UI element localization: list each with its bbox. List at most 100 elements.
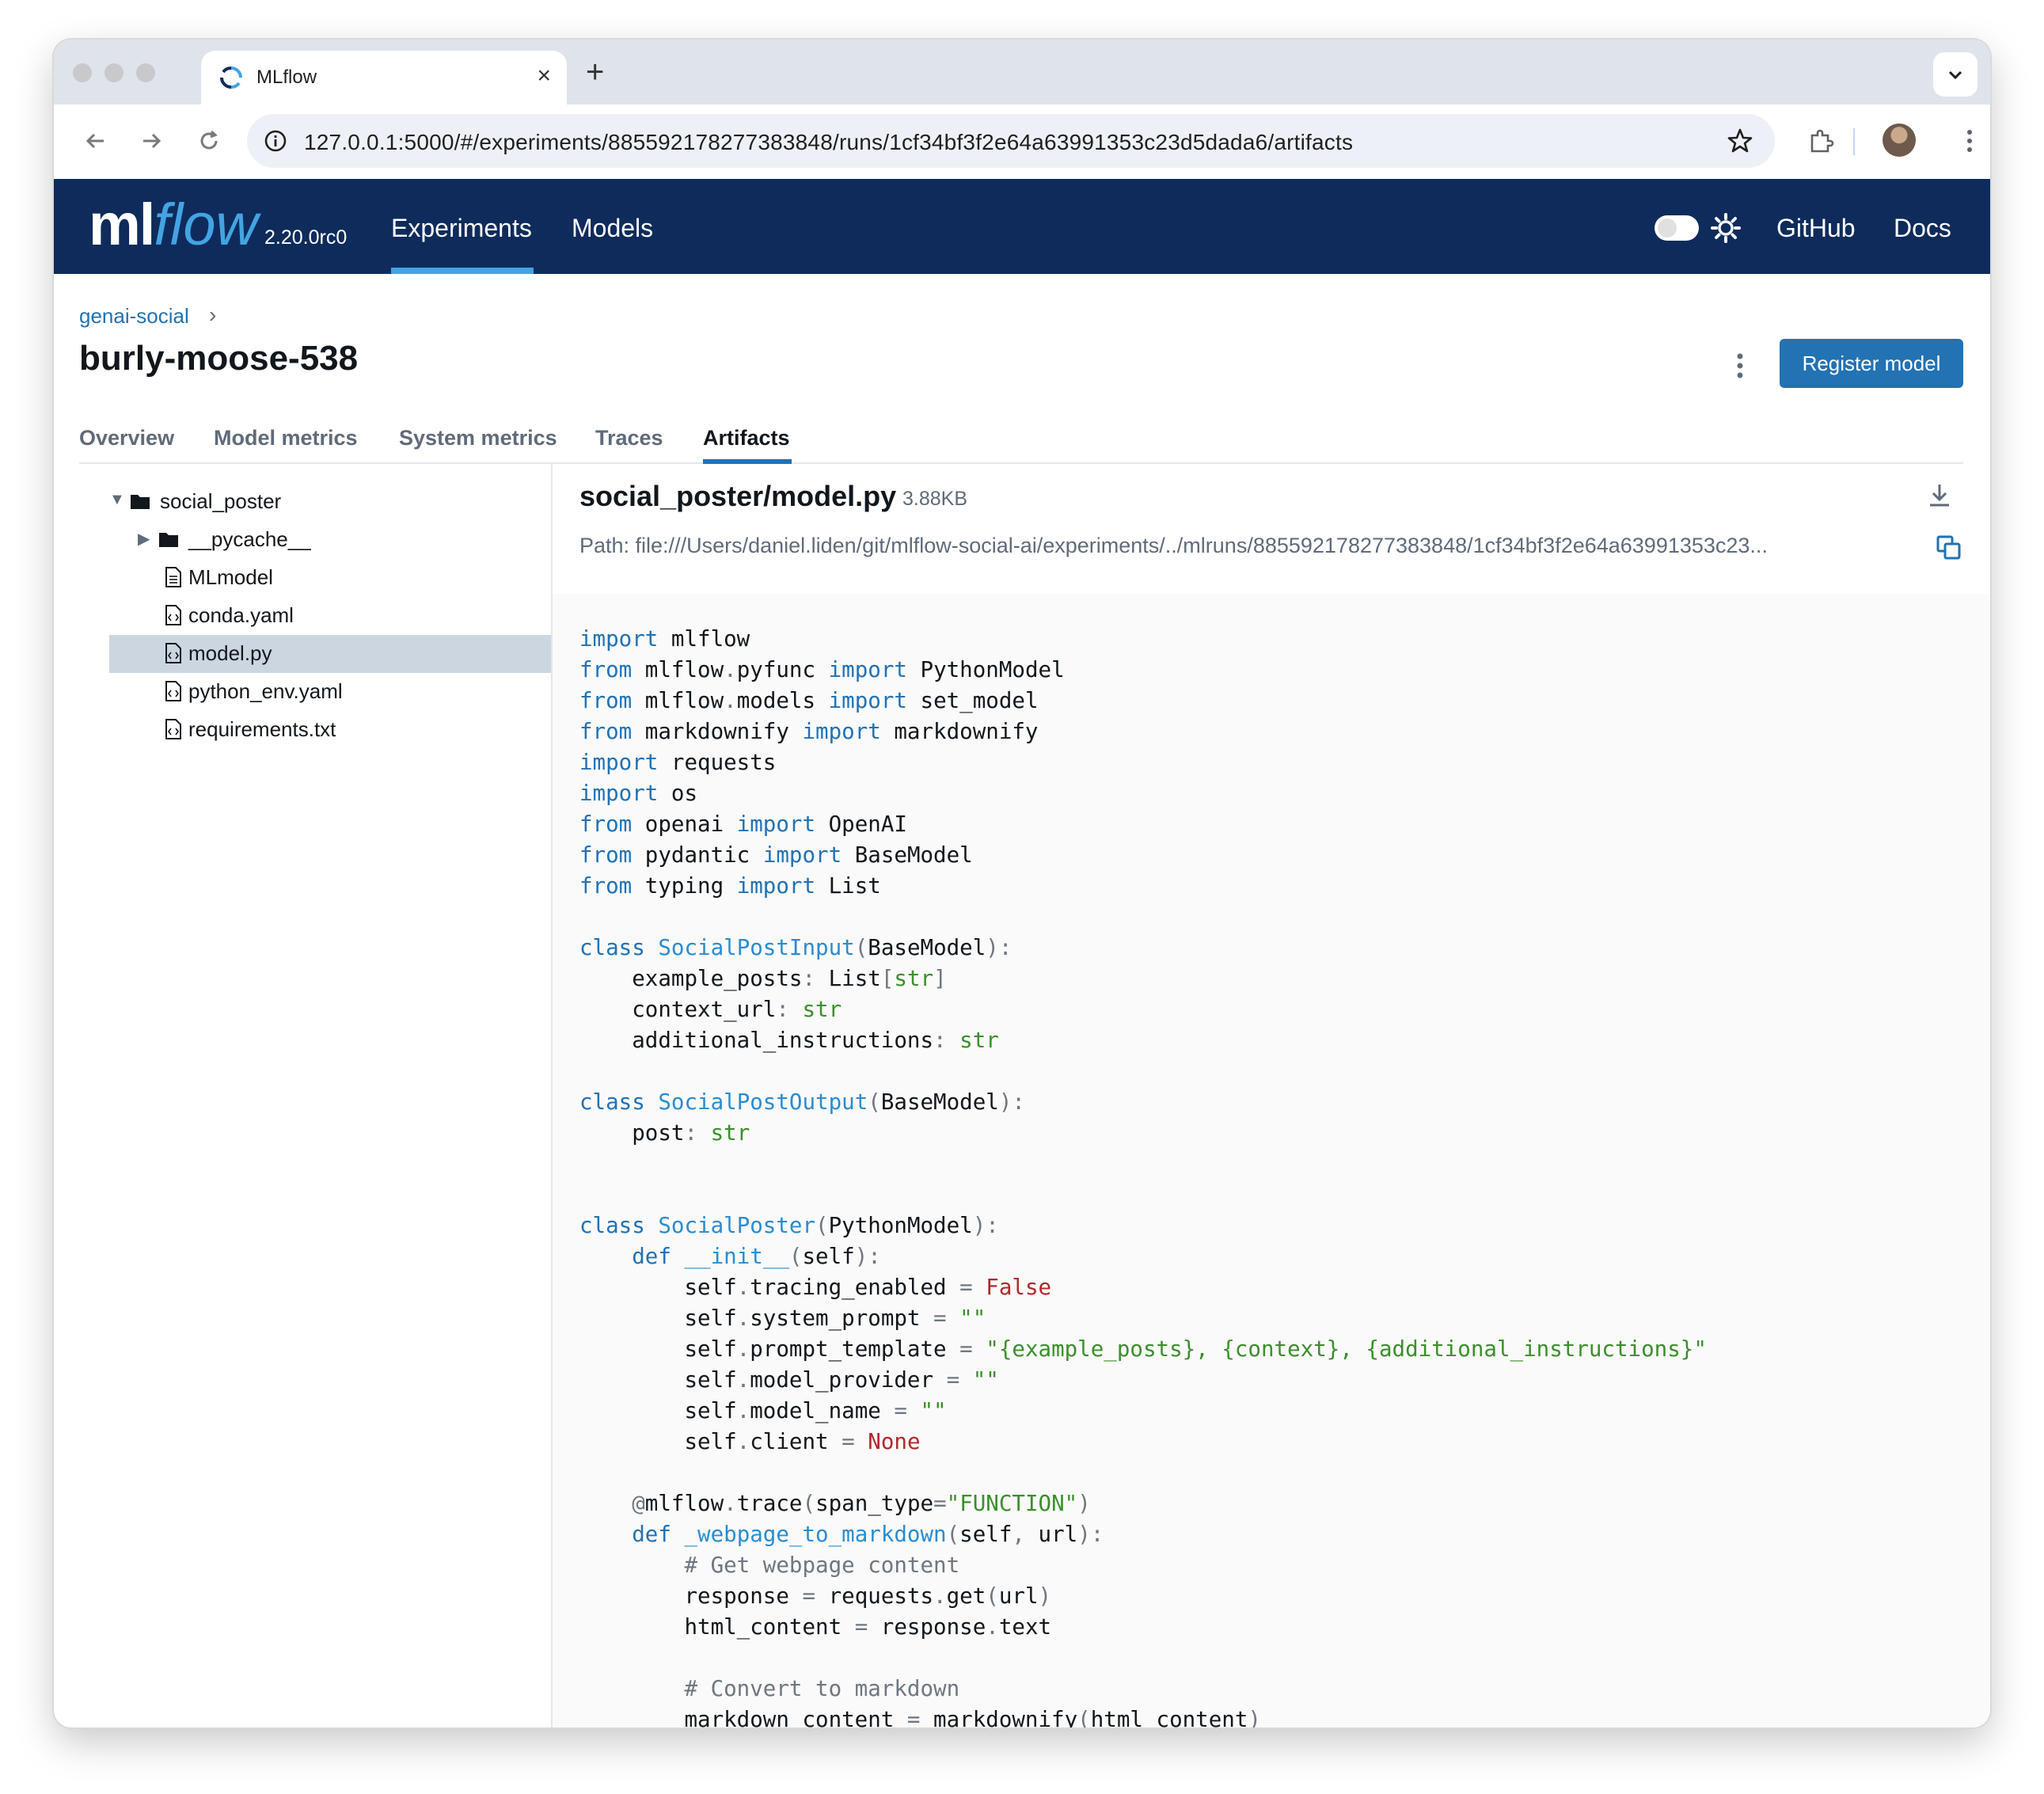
tree-item-label: __pycache__	[188, 527, 311, 551]
code-line: # Get webpage content	[684, 1553, 960, 1578]
code-line: import requests	[579, 750, 777, 775]
run-actions-menu-icon[interactable]	[1732, 350, 1748, 382]
nav-experiments[interactable]: Experiments	[391, 214, 532, 243]
maximize-window-button[interactable]	[136, 63, 155, 82]
mlflow-header: mlflow 2.20.0rc0 Experiments Models GitH…	[54, 179, 1990, 274]
chevron-down-icon	[1948, 70, 1962, 80]
code-line: self.model_name = ""	[579, 1398, 947, 1423]
code-line: markdown_content = markdownify(html_cont…	[579, 1707, 1261, 1727]
sun-icon[interactable]	[1710, 212, 1742, 244]
mlflow-logo[interactable]: mlflow	[89, 192, 258, 258]
tree-item-label: MLmodel	[188, 565, 273, 589]
code-line: # Convert to markdown	[684, 1676, 960, 1701]
tab-model-metrics[interactable]: Model metrics	[214, 426, 358, 450]
tab-strip: MLflow × +	[54, 40, 1990, 105]
folder-icon	[131, 495, 150, 509]
reload-button[interactable]	[193, 125, 225, 157]
code-line: from mlflow.pyfunc import PythonModel	[579, 657, 1065, 682]
copy-icon[interactable]	[1935, 534, 1963, 562]
code-line: from markdownify import markdownify	[579, 719, 1039, 744]
browser-window: MLflow × + 127.0.0.1:5000/#/experiments/…	[54, 40, 1990, 1727]
tree-item-conda-yaml[interactable]: conda.yaml	[109, 597, 551, 635]
tab-close-icon[interactable]: ×	[537, 62, 551, 90]
arrow-right-icon	[143, 133, 161, 149]
code-line: response = requests.get(url)	[579, 1583, 1052, 1609]
code-viewer[interactable]: import mlflow from mlflow.pyfunc import P…	[553, 594, 1990, 1727]
code-line: self.system_prompt = ""	[579, 1306, 986, 1331]
caret-right-icon[interactable]: ▶	[138, 529, 150, 549]
browser-tab[interactable]: MLflow ×	[201, 51, 567, 105]
code-line: additional_instructions: str	[579, 1028, 999, 1053]
breadcrumb-chevron-icon: ›	[209, 302, 217, 327]
code-line: import mlflow	[579, 626, 750, 652]
code-line: self.prompt_template = "{example_posts},…	[579, 1336, 1707, 1362]
code-file-icon	[165, 605, 181, 625]
tree-item-requirements-txt[interactable]: requirements.txt	[109, 711, 551, 749]
browser-toolbar: 127.0.0.1:5000/#/experiments/88559217827…	[54, 105, 1990, 180]
forward-button[interactable]	[136, 125, 168, 157]
bookmark-star-icon[interactable]	[1726, 127, 1754, 155]
browser-menu-button[interactable]	[1954, 125, 1985, 157]
code-line: html_content = response.text	[579, 1614, 1052, 1640]
arrow-left-icon	[85, 133, 104, 149]
docs-link[interactable]: Docs	[1894, 214, 1951, 243]
code-file-icon	[165, 719, 181, 739]
tree-item-social-poster[interactable]: ▼ social_poster	[109, 483, 551, 521]
profile-avatar[interactable]	[1883, 124, 1916, 157]
code-line: @mlflow.trace(span_type="FUNCTION")	[632, 1491, 1091, 1516]
file-icon	[165, 567, 181, 587]
download-icon[interactable]	[1924, 480, 1955, 511]
version-label: 2.20.0rc0	[264, 226, 348, 249]
register-model-button[interactable]: Register model	[1780, 339, 1963, 388]
back-button[interactable]	[79, 125, 111, 157]
file-size: 3.88KB	[902, 488, 968, 510]
tab-system-metrics[interactable]: System metrics	[399, 426, 557, 450]
code-line: class SocialPoster(PythonModel):	[579, 1213, 999, 1238]
toolbar-divider	[1853, 128, 1855, 155]
address-bar[interactable]: 127.0.0.1:5000/#/experiments/88559217827…	[247, 114, 1775, 168]
tree-item-label: social_poster	[160, 489, 282, 513]
url-text[interactable]: 127.0.0.1:5000/#/experiments/88559217827…	[304, 130, 1353, 155]
code-line: post: str	[579, 1120, 750, 1146]
tab-search-button[interactable]	[1933, 52, 1978, 97]
dark-mode-toggle[interactable]	[1655, 215, 1699, 241]
code-line: from pydantic import BaseModel	[579, 842, 973, 868]
code-line: self.model_provider = ""	[579, 1367, 999, 1393]
tree-item-label: python_env.yaml	[188, 679, 343, 703]
code-line: class SocialPostOutput(BaseModel):	[579, 1089, 1025, 1115]
code-line: self.tracing_enabled = False	[579, 1275, 1052, 1300]
code-line: from mlflow.models import set_model	[579, 688, 1039, 713]
page-title: burly-moose-538	[79, 339, 359, 378]
code-line: def _webpage_to_markdown(self, url):	[632, 1522, 1104, 1547]
breadcrumb-experiment[interactable]: genai-social	[79, 304, 189, 329]
new-tab-button[interactable]: +	[586, 55, 604, 89]
nav-models[interactable]: Models	[572, 214, 653, 243]
code-line: from typing import List	[579, 873, 881, 899]
code-line: context_url: str	[579, 997, 842, 1022]
code-line: from openai import OpenAI	[579, 811, 907, 837]
minimize-window-button[interactable]	[104, 63, 123, 82]
tab-overview[interactable]: Overview	[79, 426, 174, 450]
close-window-button[interactable]	[73, 63, 92, 82]
tree-item-pycache[interactable]: ▶ __pycache__	[109, 521, 551, 559]
github-link[interactable]: GitHub	[1776, 214, 1856, 243]
code-line: import os	[579, 781, 698, 806]
caret-down-icon[interactable]: ▼	[109, 491, 125, 509]
reload-icon	[200, 130, 218, 150]
tab-title: MLflow	[256, 67, 317, 88]
tree-item-python-env-yaml[interactable]: python_env.yaml	[109, 673, 551, 711]
extensions-button[interactable]	[1805, 125, 1837, 157]
code-file-icon	[165, 643, 181, 663]
site-info-icon[interactable]	[263, 128, 288, 154]
tree-item-label: conda.yaml	[188, 603, 294, 627]
code-file-icon	[165, 681, 181, 701]
tab-artifacts[interactable]: Artifacts	[703, 426, 790, 450]
code-line: self.client = None	[579, 1429, 921, 1454]
file-path: Path: file:///Users/daniel.liden/git/mlf…	[579, 534, 1768, 557]
logo-flow-text: flow	[154, 192, 258, 257]
tabs-divider	[79, 462, 1963, 464]
tree-item-model-py[interactable]: model.py	[109, 635, 551, 673]
active-tab-indicator	[703, 459, 792, 464]
tab-traces[interactable]: Traces	[595, 426, 663, 450]
tree-item-mlmodel[interactable]: MLmodel	[109, 559, 551, 597]
